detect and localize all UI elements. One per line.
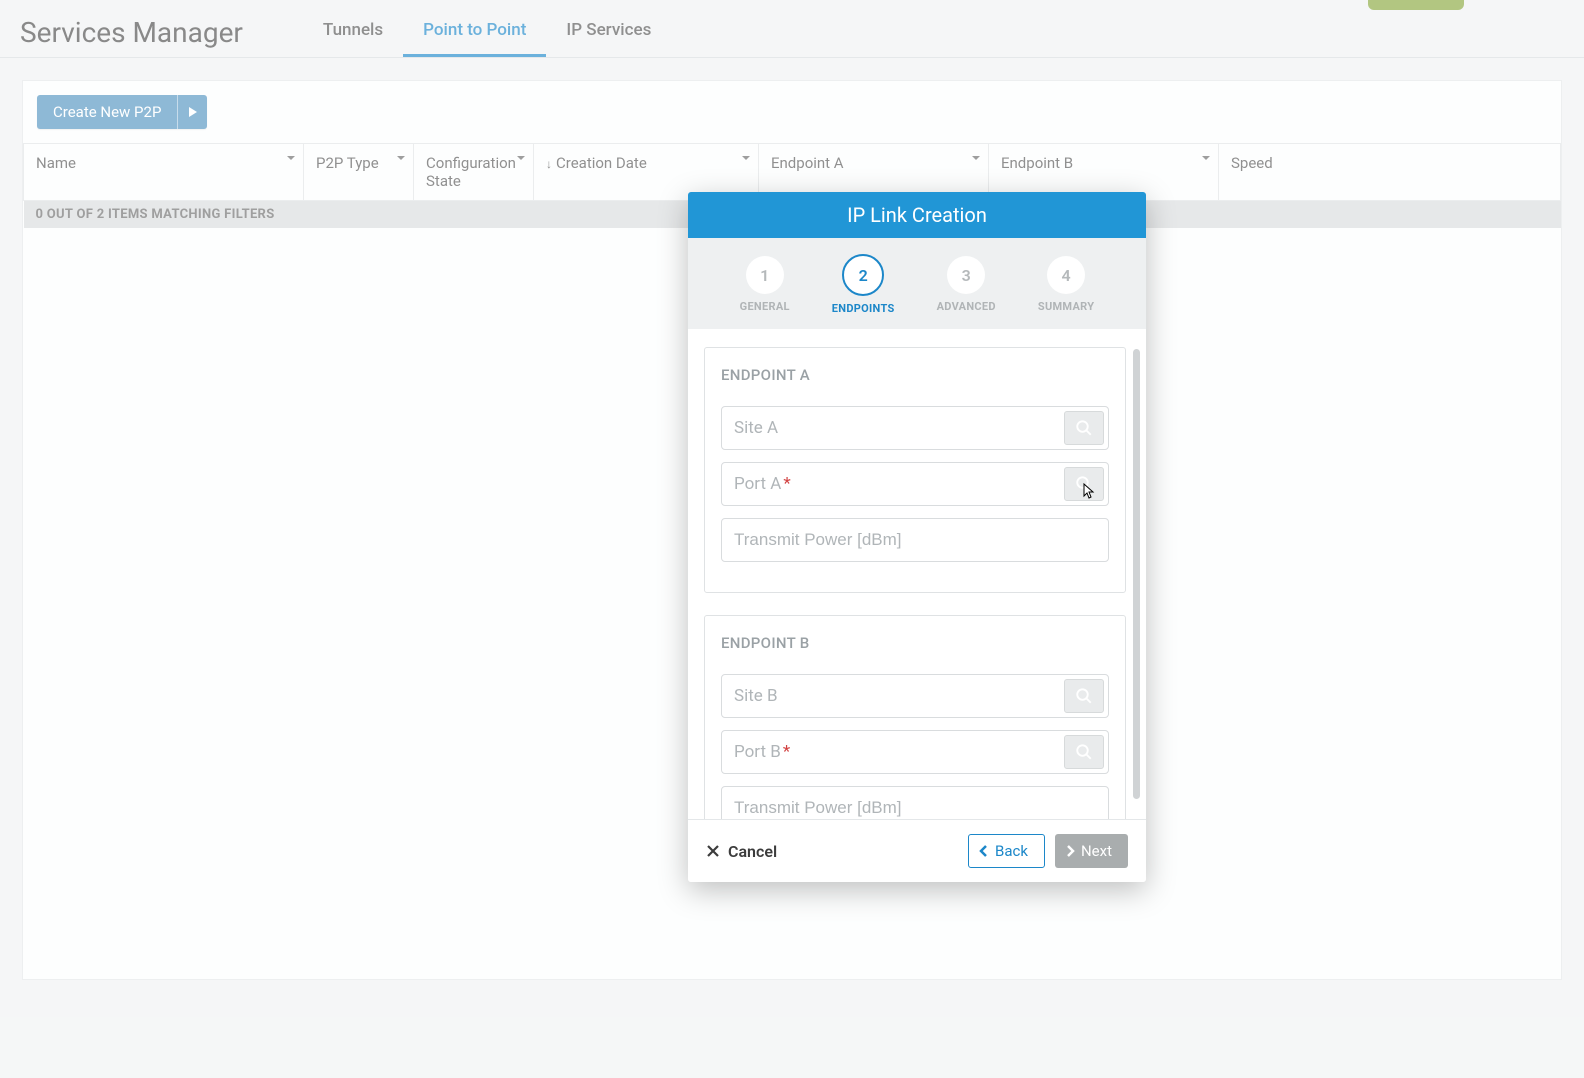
endpoint-b-group: ENDPOINT B Site B Port B* — [704, 615, 1126, 819]
endpoint-a-group: ENDPOINT A Site A Port A* — [704, 347, 1126, 593]
port-b-placeholder: Port B* — [722, 731, 1060, 773]
back-button[interactable]: Back — [968, 834, 1045, 868]
search-icon — [1075, 475, 1093, 493]
create-new-p2p-label: Create New P2P — [37, 95, 177, 129]
site-b-search-button[interactable] — [1064, 679, 1104, 713]
step-summary[interactable]: 4 SUMMARY — [1038, 256, 1094, 315]
transmit-power-a-input[interactable] — [722, 519, 1108, 561]
site-a-field[interactable]: Site A — [721, 406, 1109, 450]
create-new-p2p-button[interactable]: Create New P2P — [37, 95, 207, 129]
site-b-placeholder: Site B — [722, 675, 1060, 717]
caret-down-icon — [972, 156, 980, 160]
transmit-power-a-field[interactable] — [721, 518, 1109, 562]
transmit-power-b-field[interactable] — [721, 786, 1109, 819]
cancel-label: Cancel — [728, 842, 777, 861]
sort-down-icon: ↓ — [546, 157, 552, 171]
port-a-search-button[interactable] — [1064, 467, 1104, 501]
port-a-field[interactable]: Port A* — [721, 462, 1109, 506]
top-right-button[interactable] — [1368, 0, 1464, 10]
search-icon — [1075, 743, 1093, 761]
col-p2p-type[interactable]: P2P Type — [304, 144, 414, 201]
step-advanced[interactable]: 3 ADVANCED — [937, 256, 996, 315]
col-speed[interactable]: Speed — [1219, 144, 1561, 201]
tab-tunnels[interactable]: Tunnels — [303, 20, 403, 57]
modal-body: ENDPOINT A Site A Port A* ENDPOINT B Si — [688, 329, 1146, 819]
port-b-search-button[interactable] — [1064, 735, 1104, 769]
panel-toolbar: Create New P2P — [23, 81, 1561, 143]
top-bar: Services Manager Tunnels Point to Point … — [0, 0, 1584, 58]
site-a-search-button[interactable] — [1064, 411, 1104, 445]
page-title: Services Manager — [20, 16, 243, 57]
col-config-state[interactable]: Configuration State — [414, 144, 534, 201]
back-label: Back — [995, 842, 1028, 860]
site-b-field[interactable]: Site B — [721, 674, 1109, 718]
tab-point-to-point[interactable]: Point to Point — [403, 20, 546, 57]
transmit-power-b-input[interactable] — [722, 787, 1108, 819]
step-general[interactable]: 1 GENERAL — [740, 256, 790, 315]
cancel-button[interactable]: Cancel — [706, 842, 777, 861]
chevron-left-icon — [979, 845, 989, 857]
create-new-p2p-dropdown[interactable] — [177, 95, 207, 129]
port-a-placeholder: Port A* — [722, 463, 1060, 505]
endpoint-a-title: ENDPOINT A — [721, 366, 1109, 384]
caret-down-icon — [742, 156, 750, 160]
port-b-field[interactable]: Port B* — [721, 730, 1109, 774]
close-icon — [706, 844, 720, 858]
col-name[interactable]: Name — [24, 144, 304, 201]
endpoint-b-title: ENDPOINT B — [721, 634, 1109, 652]
step-endpoints[interactable]: 2 ENDPOINTS — [832, 256, 895, 315]
tab-ip-services[interactable]: IP Services — [546, 20, 671, 57]
wizard-steps: 1 GENERAL 2 ENDPOINTS 3 ADVANCED 4 SUMMA… — [688, 238, 1146, 329]
caret-down-icon — [517, 156, 525, 160]
next-label: Next — [1081, 842, 1112, 860]
search-icon — [1075, 687, 1093, 705]
caret-down-icon — [287, 156, 295, 160]
main-tabs: Tunnels Point to Point IP Services — [303, 20, 671, 57]
site-a-placeholder: Site A — [722, 407, 1060, 449]
modal-footer: Cancel Back Next — [688, 819, 1146, 882]
modal-title: IP Link Creation — [688, 192, 1146, 238]
caret-down-icon — [1202, 156, 1210, 160]
search-icon — [1075, 419, 1093, 437]
next-button[interactable]: Next — [1055, 834, 1128, 868]
chevron-right-icon — [1065, 845, 1075, 857]
ip-link-creation-modal: IP Link Creation 1 GENERAL 2 ENDPOINTS 3… — [688, 192, 1146, 882]
play-icon — [188, 106, 198, 118]
caret-down-icon — [397, 156, 405, 160]
